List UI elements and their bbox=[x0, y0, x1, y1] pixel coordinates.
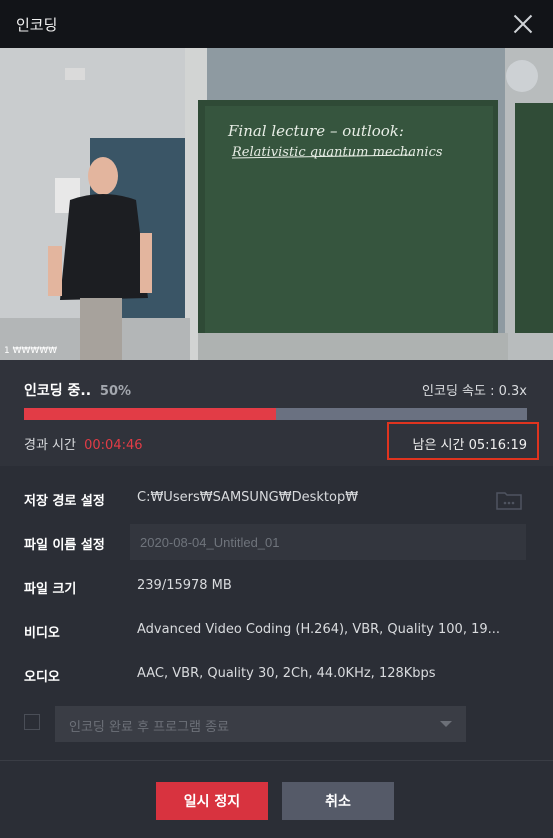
elapsed-label: 경과 시간 bbox=[24, 438, 76, 453]
save-path-value: C:₩Users₩SAMSUNG₩Desktop₩ bbox=[137, 490, 359, 505]
encoding-speed: 인코딩 속도 : 0.3x bbox=[422, 384, 527, 399]
lecture-scene-image: Final lecture – outlook: Relativistic qu… bbox=[0, 48, 553, 360]
filesize-label: 파일 크기 bbox=[24, 582, 77, 597]
exit-after-complete-checkbox[interactable] bbox=[24, 714, 40, 730]
progress-bar-fill bbox=[24, 408, 276, 420]
close-icon[interactable] bbox=[511, 12, 535, 36]
video-preview: Final lecture – outlook: Relativistic qu… bbox=[0, 48, 553, 360]
after-complete-option: 인코딩 완료 후 프로그램 종료 bbox=[69, 720, 230, 735]
elapsed-value: 00:04:46 bbox=[84, 438, 143, 453]
pause-button[interactable]: 일시 정지 bbox=[156, 782, 268, 820]
window-title: 인코딩 bbox=[16, 15, 58, 34]
board-line-1: Final lecture – outlook: bbox=[227, 122, 404, 140]
video-label: 비디오 bbox=[24, 626, 60, 641]
settings-panel: 저장 경로 설정 C:₩Users₩SAMSUNG₩Desktop₩ 파일 이름… bbox=[0, 466, 553, 759]
video-value: Advanced Video Coding (H.264), VBR, Qual… bbox=[137, 622, 501, 637]
progress-bar bbox=[24, 408, 527, 420]
audio-value: AAC, VBR, Quality 30, 2Ch, 44.0KHz, 128K… bbox=[137, 666, 436, 681]
title-bar: 인코딩 bbox=[0, 0, 553, 48]
encoding-percent: 50% bbox=[99, 384, 132, 399]
folder-icon[interactable] bbox=[496, 490, 522, 510]
filename-label: 파일 이름 설정 bbox=[24, 538, 105, 553]
save-path-label: 저장 경로 설정 bbox=[24, 494, 105, 509]
remaining-time: 남은 시간 05:16:19 bbox=[412, 438, 528, 453]
cancel-button[interactable]: 취소 bbox=[282, 782, 394, 820]
preview-corner-text: 1 ₩₩₩₩₩ bbox=[4, 346, 57, 356]
audio-label: 오디오 bbox=[24, 670, 60, 685]
encoding-status: 인코딩 중.. 50% bbox=[24, 380, 131, 400]
filesize-value: 239/15978 MB bbox=[137, 578, 232, 593]
encoding-status-label: 인코딩 중.. bbox=[24, 383, 92, 399]
footer: 일시 정지 취소 bbox=[0, 760, 553, 838]
progress-panel: 인코딩 중.. 50% 인코딩 속도 : 0.3x 경과 시간 00:04:46… bbox=[0, 360, 553, 466]
elapsed-time: 경과 시간 00:04:46 bbox=[24, 434, 143, 453]
after-complete-select[interactable]: 인코딩 완료 후 프로그램 종료 bbox=[55, 706, 466, 742]
filename-input[interactable] bbox=[130, 524, 526, 560]
chevron-down-icon bbox=[440, 721, 452, 727]
